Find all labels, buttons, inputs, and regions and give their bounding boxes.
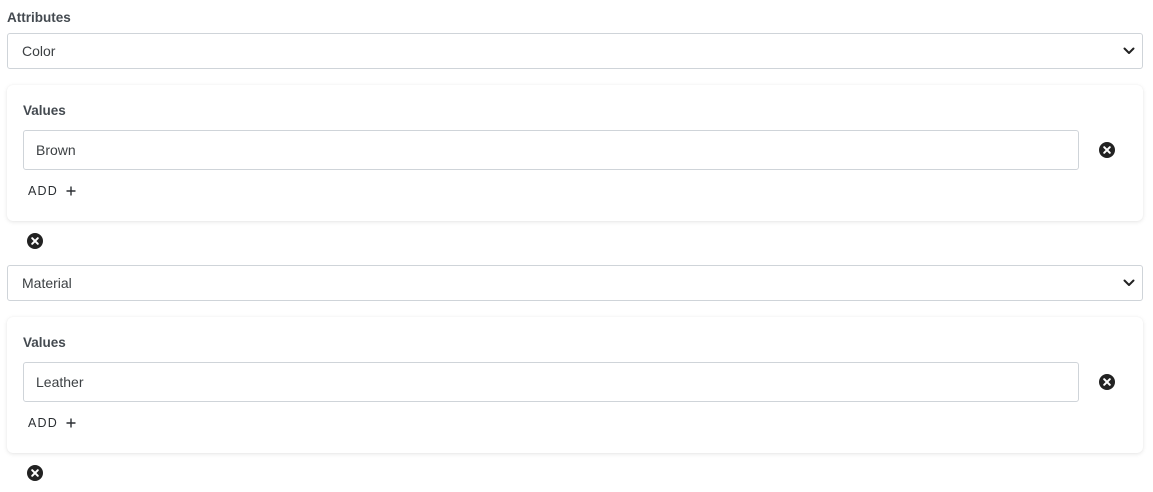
add-label: ADD [28,184,58,198]
value-input-brown[interactable]: Brown [23,130,1079,170]
chevron-down-icon [1116,33,1142,69]
add-value-button[interactable]: ADD [28,413,76,433]
add-label: ADD [28,416,58,430]
remove-attribute-color-icon[interactable] [27,233,43,249]
values-label: Values [23,335,66,350]
remove-attribute-material-icon[interactable] [27,465,43,481]
attribute-select-value: Color [22,43,56,59]
chevron-down-icon [1116,265,1142,301]
attribute-select-color[interactable]: Color [7,33,1143,69]
value-input-leather[interactable]: Leather [23,362,1079,402]
attribute-select-value: Material [22,275,72,291]
close-circle-icon[interactable] [1099,374,1115,390]
attribute-select-material[interactable]: Material [7,265,1143,301]
values-label: Values [23,103,66,118]
values-card-material: Values Leather ADD [7,317,1143,453]
plus-icon [66,418,76,428]
values-card-color: Values Brown ADD [7,85,1143,221]
add-value-button[interactable]: ADD [28,181,76,201]
attributes-title: Attributes [7,10,71,25]
close-circle-icon[interactable] [1099,142,1115,158]
plus-icon [66,186,76,196]
